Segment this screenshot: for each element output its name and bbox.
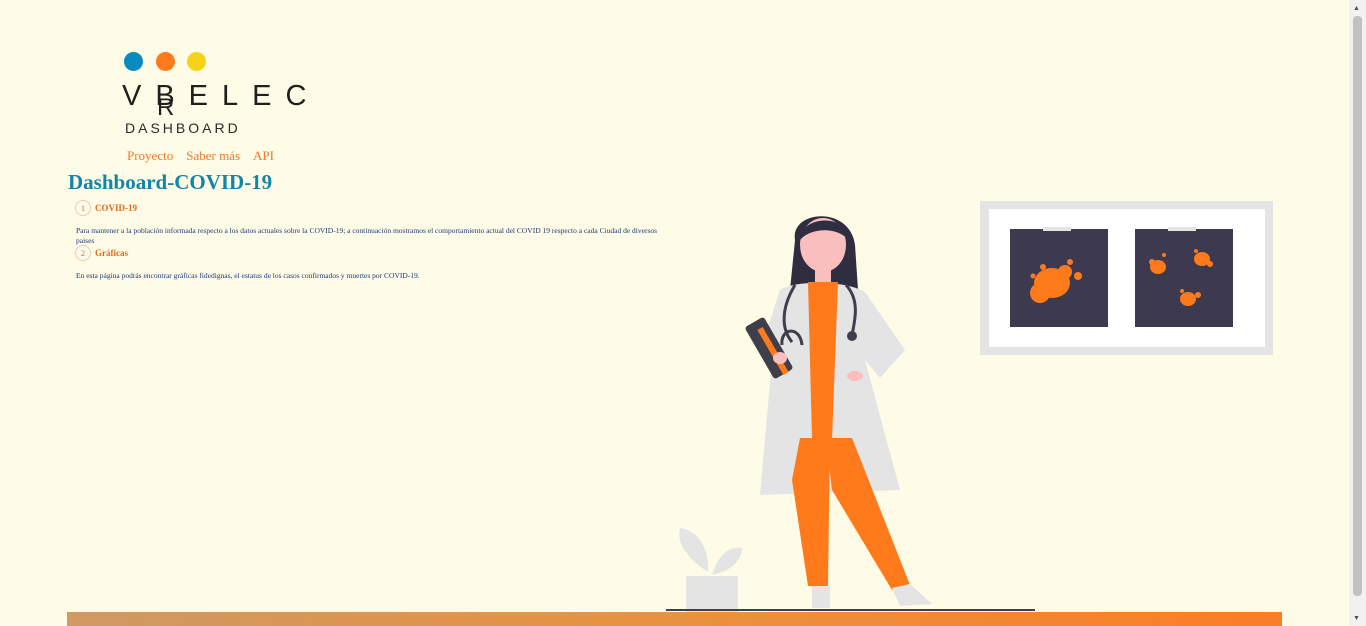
scroll-down-arrow-icon[interactable]: ▼: [1353, 614, 1360, 622]
doctor: [745, 216, 932, 608]
scroll-up-arrow-icon[interactable]: ▲: [1353, 4, 1360, 12]
footer-banner: [67, 612, 1282, 626]
plant: [679, 528, 742, 612]
doctor-illustration: [666, 201, 1273, 612]
scrollbar[interactable]: ▲ ▼: [1349, 0, 1366, 626]
xray-board: [980, 201, 1273, 355]
scroll-thumb[interactable]: [1353, 16, 1362, 596]
